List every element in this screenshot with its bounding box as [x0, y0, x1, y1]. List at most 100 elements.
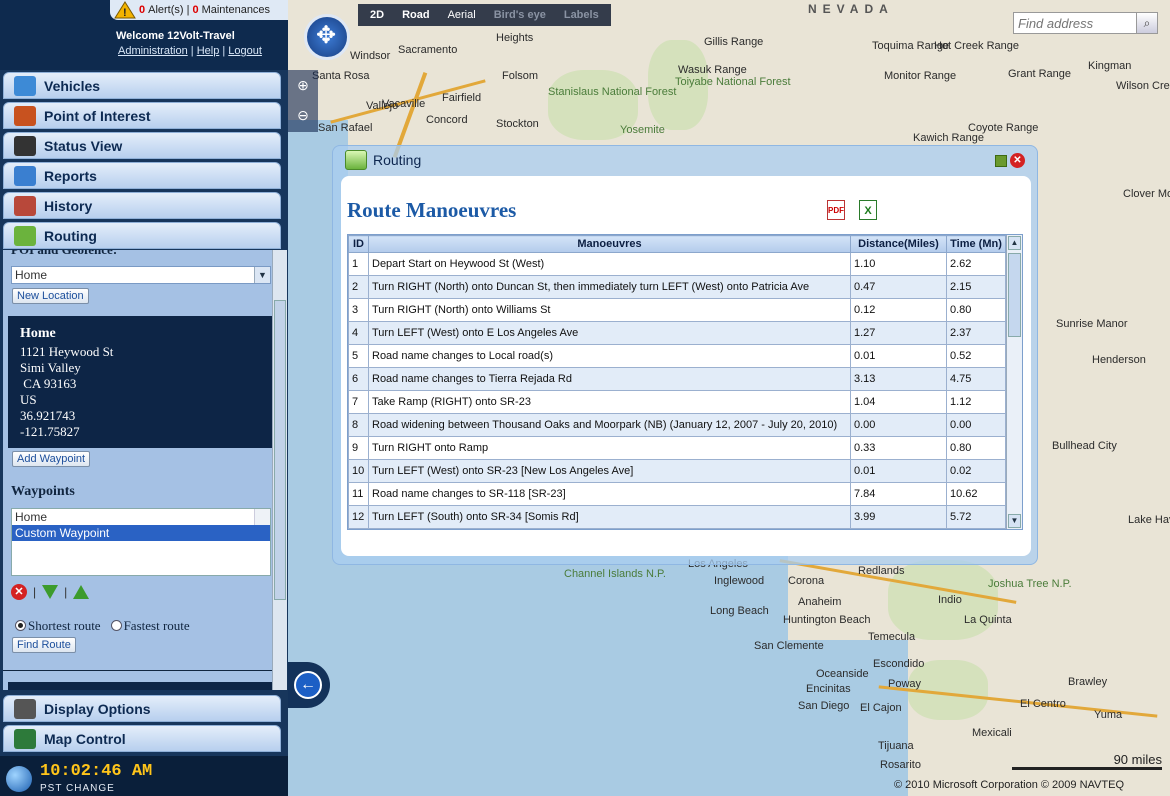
- minimize-icon[interactable]: [995, 155, 1007, 167]
- table-row[interactable]: 1 Depart Start on Heywood St (West) 1.10 2.…: [348, 252, 1006, 276]
- traffic-light-icon: [14, 135, 36, 156]
- nav-display-options[interactable]: Display Options: [3, 695, 281, 722]
- map-label: Escondido: [873, 658, 925, 670]
- add-waypoint-button[interactable]: Add Waypoint: [12, 451, 91, 467]
- waypoints-scrollbar[interactable]: [254, 509, 270, 525]
- map-copyright: © 2010 Microsoft Corporation © 2009 NAVT…: [894, 779, 1124, 791]
- help-link[interactable]: Help: [197, 45, 220, 57]
- location-details: Home 1121 Heywood St Simi Valley CA 9316…: [8, 316, 274, 448]
- chevron-down-icon[interactable]: ▼: [254, 267, 270, 283]
- map-label: San Clemente: [754, 640, 824, 652]
- nav-map-control[interactable]: Map Control: [3, 725, 281, 752]
- table-row[interactable]: 5 Road name changes to Local road(s) 0.01 0…: [348, 344, 1006, 368]
- timezone-change-link[interactable]: PST CHANGE: [40, 783, 115, 794]
- calendar-icon: [14, 195, 36, 216]
- maintenances-label[interactable]: Maintenances: [202, 4, 271, 16]
- zoom-in-icon[interactable]: ⊕: [288, 70, 318, 100]
- table-row[interactable]: 4 Turn LEFT (West) onto E Los Angeles Ave…: [348, 321, 1006, 345]
- map-label: Fairfield: [442, 92, 482, 104]
- table-row[interactable]: 11 Road name changes to SR-118 [SR-23] 7.8…: [348, 482, 1006, 506]
- map-label: Yosemite: [620, 124, 665, 136]
- delete-icon[interactable]: ✕: [11, 584, 27, 600]
- table-cell: Road widening between Thousand Oaks and …: [368, 413, 851, 437]
- map-label: Hot Creek Range: [934, 40, 1019, 52]
- nav-reports[interactable]: Reports: [3, 162, 281, 189]
- nav-history[interactable]: History: [3, 192, 281, 219]
- waypoints-list[interactable]: Home Custom Waypoint: [11, 508, 271, 576]
- table-row[interactable]: 7 Take Ramp (RIGHT) onto SR-23 1.04 1.12: [348, 390, 1006, 414]
- tab-labels[interactable]: Labels: [564, 9, 599, 21]
- table-scrollbar[interactable]: ▲ ▼: [1006, 235, 1022, 529]
- move-down-icon[interactable]: [42, 585, 59, 599]
- move-up-icon[interactable]: [73, 585, 90, 599]
- table-cell: Turn RIGHT (North) onto Williams St: [368, 298, 851, 322]
- maintenances-count[interactable]: 0: [192, 4, 198, 16]
- radio-icon[interactable]: [110, 620, 122, 631]
- alerts-label[interactable]: Alert(s): [148, 4, 183, 16]
- shortest-route-option[interactable]: Shortest route: [15, 618, 101, 634]
- list-item[interactable]: Custom Waypoint: [12, 525, 270, 541]
- search-icon[interactable]: ⌕: [1136, 12, 1158, 34]
- nav-vehicles[interactable]: Vehicles: [3, 72, 281, 99]
- globe-icon: [14, 728, 36, 749]
- map-label: NEVADA: [808, 2, 894, 16]
- scroll-thumb[interactable]: [274, 300, 286, 600]
- find-route-button[interactable]: Find Route: [12, 637, 76, 653]
- tab-aerial[interactable]: Aerial: [448, 9, 476, 21]
- col-distance[interactable]: Distance(Miles): [850, 235, 947, 253]
- nav-status-view[interactable]: Status View: [3, 132, 281, 159]
- col-manoeuvres[interactable]: Manoeuvres: [368, 235, 851, 253]
- tab-birds-eye[interactable]: Bird's eye: [494, 9, 546, 21]
- table-row[interactable]: 10 Turn LEFT (West) onto SR-23 [New Los A…: [348, 459, 1006, 483]
- table-cell: Road name changes to SR-118 [SR-23]: [368, 482, 851, 506]
- route-type-options: Shortest route Fastest route: [15, 618, 190, 634]
- map-label: Toiyabe National Forest: [675, 76, 791, 88]
- pan-control-icon[interactable]: [304, 14, 350, 60]
- find-address-input[interactable]: [1013, 12, 1147, 34]
- house-icon: [14, 105, 36, 126]
- map-label: Clover Mountains: [1123, 188, 1170, 200]
- excel-export-icon[interactable]: X: [859, 200, 877, 220]
- panel-scrollbar[interactable]: [272, 250, 287, 690]
- table-cell: Turn RIGHT onto Ramp: [368, 436, 851, 460]
- waypoints-title: Waypoints: [11, 484, 75, 499]
- location-select[interactable]: Home ▼: [11, 266, 271, 284]
- map-label: Anaheim: [798, 596, 842, 608]
- table-cell: Turn LEFT (West) onto E Los Angeles Ave: [368, 321, 851, 345]
- table-row[interactable]: 6 Road name changes to Tierra Rejada Rd 3.…: [348, 367, 1006, 391]
- fastest-route-option[interactable]: Fastest route: [110, 618, 190, 634]
- table-row[interactable]: 3 Turn RIGHT (North) onto Williams St 0.12…: [348, 298, 1006, 322]
- nav-label: Display Options: [44, 700, 151, 717]
- table-row[interactable]: 9 Turn RIGHT onto Ramp 0.33 0.80: [348, 436, 1006, 460]
- col-time[interactable]: Time (Mn): [946, 235, 1006, 253]
- dialog-titlebar[interactable]: Routing: [345, 150, 421, 170]
- address-line1: 1121 Heywood St: [20, 344, 114, 359]
- table-cell: 12: [348, 505, 369, 529]
- table-row[interactable]: 8 Road widening between Thousand Oaks and…: [348, 413, 1006, 437]
- administration-link[interactable]: Administration: [118, 45, 188, 57]
- zoom-out-icon[interactable]: ⊖: [288, 100, 318, 130]
- map-label: Sacramento: [398, 44, 458, 56]
- tab-road[interactable]: Road: [402, 9, 430, 21]
- col-id[interactable]: ID: [348, 235, 369, 253]
- scroll-thumb[interactable]: [1008, 253, 1021, 337]
- scroll-down-icon[interactable]: ▼: [1008, 514, 1021, 528]
- left-panel: ! 0 Alert(s) | 0 Maintenances Welcome 12…: [0, 0, 288, 796]
- nav-point-of-interest[interactable]: Point of Interest: [3, 102, 281, 129]
- table-cell: Turn LEFT (South) onto SR-34 [Somis Rd]: [368, 505, 851, 529]
- alerts-count[interactable]: 0: [139, 4, 145, 16]
- pdf-export-icon[interactable]: PDF: [827, 200, 845, 220]
- logout-link[interactable]: Logout: [228, 45, 262, 57]
- tab-2d[interactable]: 2D: [370, 9, 384, 21]
- radio-selected-icon[interactable]: [15, 620, 26, 631]
- new-location-button[interactable]: New Location: [12, 288, 89, 304]
- close-icon[interactable]: ✕: [1010, 153, 1025, 168]
- table-row[interactable]: 12 Turn LEFT (South) onto SR-34 [Somis Rd…: [348, 505, 1006, 529]
- arrow-left-icon[interactable]: ←: [294, 671, 322, 699]
- scroll-up-icon[interactable]: ▲: [1008, 236, 1021, 250]
- table-row[interactable]: 2 Turn RIGHT (North) onto Duncan St, then…: [348, 275, 1006, 299]
- address-line4: US: [20, 392, 37, 407]
- top-bar: ! 0 Alert(s) | 0 Maintenances Welcome 12…: [0, 0, 288, 70]
- nav-routing[interactable]: Routing: [3, 222, 281, 249]
- list-item[interactable]: Home: [12, 509, 270, 525]
